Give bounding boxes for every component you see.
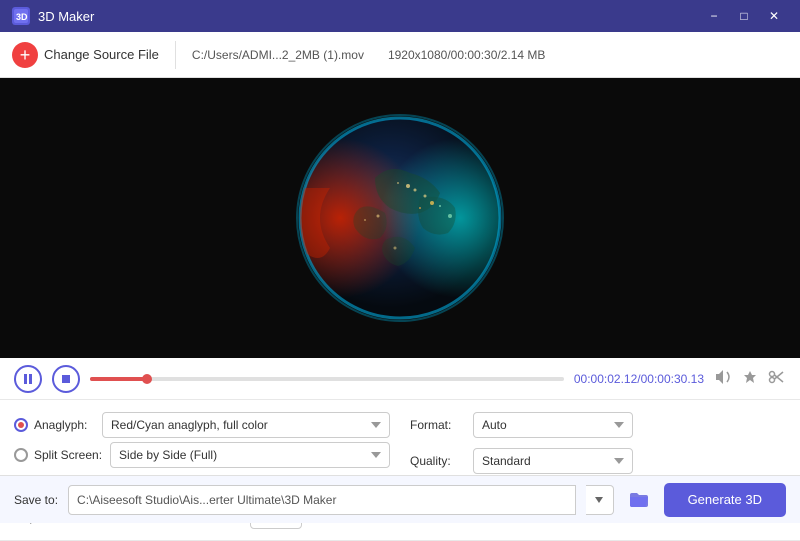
close-button[interactable]: ✕ [760,2,788,30]
progress-thumb [142,374,152,384]
split-screen-label: Split Screen: [14,448,102,462]
change-source-button[interactable]: + Change Source File [12,42,159,68]
change-source-label: Change Source File [44,47,159,62]
time-display: 00:00:02.12/00:00:30.13 [574,372,704,386]
window-controls: − □ ✕ [700,2,788,30]
pause-button[interactable] [14,365,42,393]
format-row: Format: Auto [410,410,786,440]
maximize-button[interactable]: □ [730,2,758,30]
open-folder-button[interactable] [624,485,654,515]
progress-fill [90,377,147,381]
pin-icon[interactable] [742,369,758,389]
quality-select[interactable]: Standard [473,448,633,474]
split-screen-select[interactable]: Side by Side (Full) [110,442,390,468]
file-path: C:/Users/ADMI...2_2MB (1).mov [192,48,364,62]
save-path-input[interactable] [68,485,576,515]
save-dropdown-button[interactable] [586,485,614,515]
quality-row: Quality: Standard [410,446,786,476]
title-bar: 3D 3D Maker − □ ✕ [0,0,800,32]
file-meta: 1920x1080/00:00:30/2.14 MB [388,48,545,62]
split-screen-row: Split Screen: Side by Side (Full) [14,440,390,470]
video-frame [290,108,510,328]
toolbar: + Change Source File C:/Users/ADMI...2_2… [0,32,800,78]
anaglyph-row: Anaglyph: Red/Cyan anaglyph, full color [14,410,390,440]
anaglyph-label: Anaglyph: [14,418,94,432]
progress-track[interactable] [90,377,564,381]
anaglyph-select[interactable]: Red/Cyan anaglyph, full color [102,412,390,438]
format-label: Format: [410,418,465,432]
plus-icon: + [12,42,38,68]
split-screen-radio[interactable] [14,448,28,462]
quality-label: Quality: [410,454,465,468]
video-preview [0,78,800,358]
minimize-button[interactable]: − [700,2,728,30]
toolbar-separator [175,41,176,69]
generate-3d-button[interactable]: Generate 3D [664,483,786,517]
stop-button[interactable] [52,365,80,393]
playback-bar: 00:00:02.12/00:00:30.13 [0,358,800,400]
app-title: 3D Maker [38,9,700,24]
scissors-icon[interactable] [768,369,786,389]
volume-icon[interactable] [714,369,732,389]
save-label: Save to: [14,493,58,507]
svg-text:3D: 3D [16,12,28,22]
bottom-bar: Save to: Generate 3D [0,475,800,523]
app-icon: 3D [12,7,30,25]
anaglyph-radio[interactable] [14,418,28,432]
playback-icons [714,369,786,389]
format-select[interactable]: Auto [473,412,633,438]
